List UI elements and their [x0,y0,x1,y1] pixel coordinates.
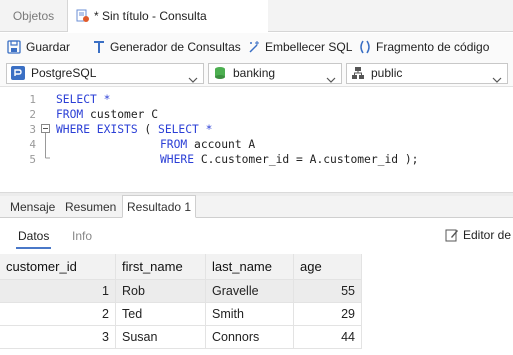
beautify-sql-button[interactable]: Embellecer SQL [247,37,352,57]
table-cell[interactable]: Rob [116,280,206,303]
connection-select[interactable]: PostgreSQL [6,63,204,84]
table-cell[interactable]: Susan [116,326,206,349]
line-number: 1 [29,93,36,106]
save-button[interactable]: Guardar [6,37,70,57]
save-icon [7,40,21,54]
code-line-4: FROM account A [160,138,256,151]
tab-bar: Objetos * Sin título - Consulta [0,0,513,33]
code-snippet-button[interactable]: Fragmento de código [358,37,489,57]
database-icon [213,66,227,86]
line-number: 5 [29,153,36,166]
query-builder-button[interactable]: Generador de Consultas [92,37,241,57]
tab-query-label: * Sin título - Consulta [94,9,207,23]
table-cell[interactable]: Gravelle [206,280,294,303]
database-select[interactable]: banking [208,63,342,84]
tab-info[interactable]: Info [72,229,92,243]
sparkle-icon [249,41,259,53]
tab-objects[interactable]: Objetos [0,0,68,32]
database-value: banking [233,66,276,80]
schema-select[interactable]: public [346,63,508,84]
tab-message[interactable]: Mensaje [6,196,59,218]
table-cell[interactable]: 2 [0,303,116,326]
line-gutter: 1 2 3 4 5 [0,88,38,192]
table-row[interactable]: 1 Rob Gravelle 55 [0,280,362,303]
line-number: 4 [29,138,36,151]
table-cell[interactable]: Smith [206,303,294,326]
code-line-2: FROM customer C [56,108,159,121]
schema-value: public [371,66,403,80]
edit-form-icon [445,229,458,242]
table-cell[interactable]: 44 [294,326,362,349]
chevron-down-icon [326,70,336,89]
column-header[interactable]: last_name [206,254,294,280]
connection-value: PostgreSQL [31,66,97,80]
result-grid: customer_id first_name last_name age 1 R… [0,254,513,355]
code-line-3: WHERE EXISTS ( SELECT * [56,123,213,136]
beautify-sql-label: Embellecer SQL [265,40,353,54]
line-number: 2 [29,108,36,121]
query-icon [76,3,90,22]
table-cell[interactable]: Ted [116,303,206,326]
tab-summary[interactable]: Resumen [61,196,120,218]
toolbar: Guardar Generador de Consultas Embellece… [0,33,513,61]
table-cell[interactable]: 55 [294,280,362,303]
sql-editor[interactable]: 1 2 3 4 5 SELECT * FROM customer C WHERE… [0,88,513,192]
chevron-down-icon [492,70,502,89]
fold-marker-icon[interactable] [41,124,51,162]
table-cell[interactable]: 3 [0,326,116,349]
connection-selectors: PostgreSQL banking public [0,61,513,87]
column-header[interactable]: first_name [116,254,206,280]
line-number: 3 [29,123,36,136]
form-editor-button[interactable]: Editor de formulario [445,228,513,242]
table-row[interactable]: 3 Susan Connors 44 [0,326,362,349]
form-editor-label: Editor de formulario [463,228,513,242]
code-snippet-label: Fragmento de código [376,40,490,54]
chevron-down-icon [188,70,198,89]
table-cell[interactable]: Connors [206,326,294,349]
tab-result-1[interactable]: Resultado 1 [122,195,197,218]
parentheses-icon [360,40,370,54]
schema-icon [351,66,365,86]
result-subtabs: Datos Info Editor de formulario [0,219,513,253]
table-row[interactable]: 2 Ted Smith 29 [0,303,362,326]
result-tabs: Mensaje Resumen Resultado 1 [0,195,513,218]
column-header[interactable]: age [294,254,362,280]
query-builder-label: Generador de Consultas [110,40,241,54]
query-builder-icon [94,41,104,53]
table-cell[interactable]: 1 [0,280,116,303]
table-cell[interactable]: 29 [294,303,362,326]
tab-query[interactable]: * Sin título - Consulta [68,0,268,33]
code-line-5: WHERE C.customer_id = A.customer_id ); [160,153,419,166]
column-header[interactable]: customer_id [0,254,116,280]
grid-header-row: customer_id first_name last_name age [0,254,362,280]
tab-data[interactable]: Datos [15,229,52,249]
postgresql-icon [11,66,25,86]
code-line-1: SELECT * [56,93,111,106]
save-label: Guardar [26,40,71,54]
